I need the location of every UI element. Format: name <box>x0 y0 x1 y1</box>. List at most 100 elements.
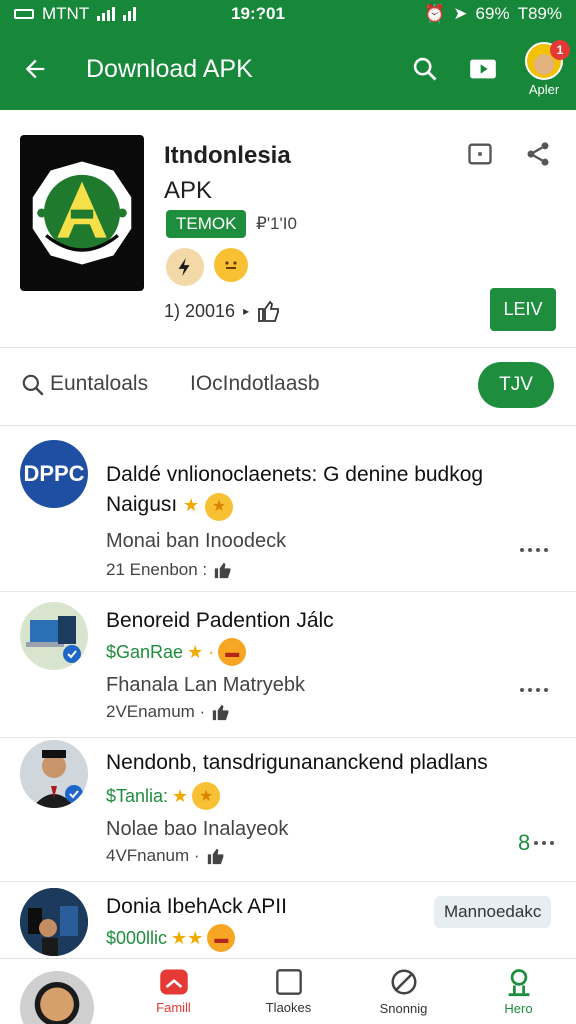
page-title: Download APK <box>86 54 253 83</box>
star-face-emoji-icon: ★ <box>205 493 234 521</box>
thumbs-up-icon[interactable] <box>206 847 226 865</box>
app-bar: Download APK 1 Apler <box>0 28 576 110</box>
app-card: Itndonlesia APK TEMOK ₽'1'I0 1) 20016 ▸ … <box>0 110 576 348</box>
star-icon: ★ <box>183 495 200 515</box>
bookmark-icon <box>468 143 492 165</box>
item-title: Daldé vnlionoclaenets: G denine budkog N… <box>106 460 546 521</box>
nav-label: Hero <box>504 1001 533 1016</box>
item-meta: 21 Enenbon : <box>106 560 233 580</box>
app-logo-icon <box>32 161 132 265</box>
compass-icon <box>391 969 416 995</box>
nav-family[interactable]: Famill <box>116 959 231 1024</box>
list-item[interactable]: Donia IbehAck APII $000llic ★★ ▬ Mannoed… <box>0 882 576 958</box>
item-subtitle: Monai ban Inoodeck <box>106 530 287 552</box>
app-name-line2: APK <box>164 177 213 204</box>
face-emoji-icon: ▬ <box>207 924 236 952</box>
phone-illustration-icon <box>20 888 88 956</box>
search-icon <box>413 57 437 81</box>
wifi-icon <box>97 7 116 21</box>
video-button[interactable] <box>454 28 512 110</box>
more-options-icon[interactable] <box>520 688 548 692</box>
more-prefix: 8 <box>518 830 531 855</box>
list-item[interactable]: Benoreid Padention Jálc $GanRae ★ · ▬ Fh… <box>0 592 576 738</box>
app-name-line1: Itndonlesia <box>164 142 291 169</box>
star-face-emoji-icon: ★ <box>192 782 221 810</box>
nav-label: Snonnig <box>379 1001 428 1016</box>
item-title: Nendonb, tansdrigunananckend pladlans <box>106 751 488 774</box>
downloads-count: 1) 20016 <box>164 300 236 321</box>
category-tag[interactable]: TEMOK <box>166 210 247 238</box>
nav-label: Tlaokes <box>265 1000 312 1015</box>
item-meta-text: 21 Enenbon : <box>106 560 208 579</box>
item-meta-text: 4VFnanum · <box>106 846 200 865</box>
item-thumbnail <box>20 602 88 670</box>
status-bar: MTNT 19:?01 ⏰ ➤ 69% T89% <box>0 0 576 28</box>
item-title: Benoreid Padention Jálc <box>106 609 334 632</box>
list-item[interactable]: Nendonb, tansdrigunananckend pladlans $T… <box>0 738 576 882</box>
more-options-icon[interactable] <box>520 548 548 552</box>
profile-avatar[interactable] <box>0 959 116 1024</box>
alarm-icon: ⏰ <box>424 4 446 23</box>
tag-meta: ₽'1'I0 <box>256 214 297 233</box>
star-icon: ★ · <box>187 641 215 662</box>
filter-label-1[interactable]: Euntaloals <box>50 372 148 396</box>
filter-action-button[interactable]: TJV <box>478 362 554 408</box>
nav-tasks[interactable]: Tlaokes <box>231 959 346 1024</box>
item-price-row: $GanRae ★ · ▬ <box>106 638 247 666</box>
account-button[interactable]: 1 Apler <box>512 28 576 110</box>
video-icon <box>470 59 496 79</box>
bookmark-button[interactable] <box>466 140 494 173</box>
item-thumbnail: DPPC <box>20 440 88 508</box>
signal-icon <box>123 7 137 21</box>
item-title-text: Daldé vnlionoclaenets: G denine budkog N… <box>106 463 484 516</box>
install-button[interactable]: LEIV <box>490 288 556 331</box>
person-icon <box>508 969 529 997</box>
bottom-navigation: Famill Tlaokes Snonnig Hero <box>0 958 576 1024</box>
item-price: $GanRae <box>106 641 184 662</box>
nav-shopping[interactable]: Snonnig <box>346 959 461 1024</box>
bolt-emoji-icon <box>166 248 204 286</box>
downloads-row: 1) 20016 ▸ <box>164 300 281 322</box>
status-time: 19:?01 <box>231 4 285 23</box>
share-icon <box>527 142 549 166</box>
family-icon <box>159 969 188 995</box>
search-button[interactable] <box>396 28 454 110</box>
item-meta: 4VFnanum · <box>106 846 226 866</box>
laptop-illustration-icon <box>26 616 81 663</box>
arrow-left-icon <box>25 59 45 79</box>
item-meta-text: 2VEnamum · <box>106 702 206 721</box>
nav-label: Famill <box>156 1000 191 1015</box>
list-item[interactable]: DPPC Daldé vnlionoclaenets: G denine bud… <box>0 426 576 592</box>
face-emoji-icon: ▬ <box>218 638 247 666</box>
item-subtitle: Nolae bao Inalayeok <box>106 818 289 840</box>
item-chip[interactable]: Mannoedakc <box>434 896 552 928</box>
square-icon <box>275 969 302 995</box>
filter-label-2[interactable]: IOcIndotlaasb <box>190 372 320 396</box>
battery-icon <box>14 9 34 19</box>
account-label: Apler <box>528 81 560 97</box>
app-logo[interactable] <box>20 135 144 291</box>
search-icon[interactable] <box>20 372 46 398</box>
share-button[interactable] <box>524 140 552 173</box>
navigation-icon: ➤ <box>453 4 468 23</box>
thumbs-up-icon[interactable] <box>213 561 233 579</box>
face-emoji-icon <box>214 248 248 282</box>
item-price-row: $000llic ★★ ▬ <box>106 924 236 952</box>
nav-home[interactable]: Hero <box>461 959 576 1024</box>
back-button[interactable] <box>0 28 70 110</box>
item-price-row: $Tanlia: ★ ★ <box>106 782 221 810</box>
item-thumbnail <box>20 740 88 808</box>
star-icon: ★ <box>172 785 189 806</box>
battery-left-label: 69% <box>475 4 510 23</box>
caret-right-icon: ▸ <box>243 304 250 318</box>
carrier-label: MTNT <box>42 4 90 23</box>
person-photo-icon <box>20 740 88 808</box>
more-options-icon[interactable]: 8 <box>518 830 555 856</box>
item-price: $000llic <box>106 927 168 948</box>
app-name: Itndonlesia APK <box>164 138 424 208</box>
item-price: $Tanlia: <box>106 785 169 806</box>
item-subtitle: Fhanala Lan Matryebk <box>106 674 306 696</box>
thumbs-up-icon[interactable] <box>257 300 281 322</box>
filter-row: Euntaloals IOcIndotlaasb TJV <box>0 348 576 426</box>
thumbs-up-icon[interactable] <box>211 703 231 721</box>
